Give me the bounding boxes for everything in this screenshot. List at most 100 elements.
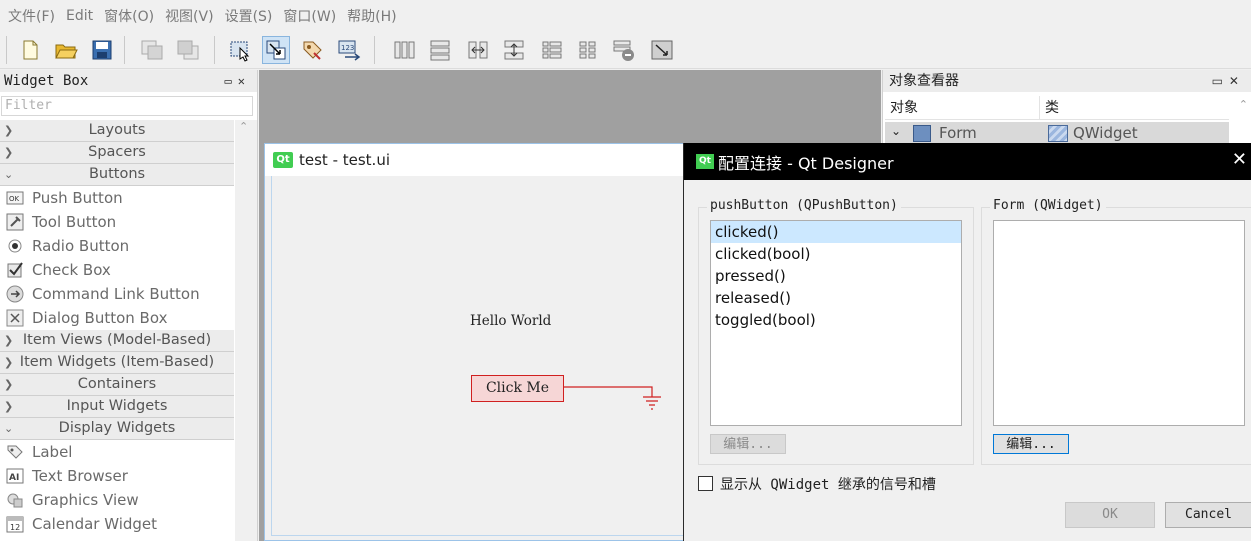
- send-to-back-icon[interactable]: [138, 36, 166, 64]
- widget-push-button[interactable]: OK Push Button: [0, 186, 234, 210]
- toolbar-separator: [124, 36, 125, 64]
- edit-tab-order-icon[interactable]: 123: [336, 36, 364, 64]
- category-item-widgets[interactable]: ❯ Item Widgets (Item-Based): [0, 352, 234, 374]
- layout-grid-icon[interactable]: [574, 36, 602, 64]
- layout-horizontal-icon[interactable]: [390, 36, 418, 64]
- graphics-view-icon: [5, 490, 25, 510]
- category-input-widgets[interactable]: ❯ Input Widgets: [0, 396, 234, 418]
- widget-filter-input[interactable]: Filter: [1, 96, 253, 116]
- widget-list: ❯ Layouts ❯ Spacers ⌄ Buttons OK Push Butto…: [0, 120, 234, 536]
- widget-radio-button[interactable]: Radio Button: [0, 234, 234, 258]
- label-tag-icon: [5, 442, 25, 462]
- widget-text-browser[interactable]: AI Text Browser: [0, 464, 234, 488]
- category-item-views[interactable]: ❯ Item Views (Model-Based): [0, 330, 234, 352]
- widget-check-box[interactable]: Check Box: [0, 258, 234, 282]
- menu-file[interactable]: 文件(F): [8, 6, 55, 26]
- dock-float-close-icons[interactable]: ▭✕: [1212, 70, 1245, 92]
- widget-label: Graphics View: [32, 491, 139, 509]
- chevron-right-icon: ❯: [4, 356, 14, 369]
- adjust-size-icon[interactable]: [648, 36, 676, 64]
- widget-command-link-button[interactable]: Command Link Button: [0, 282, 234, 306]
- receiver-group-label: Form (QWidget): [990, 198, 1106, 213]
- slot-list[interactable]: [993, 220, 1245, 426]
- dock-float-close-icons[interactable]: ▭✕: [225, 70, 251, 92]
- text-browser-icon: AI: [5, 466, 25, 486]
- widget-label-item[interactable]: Label: [0, 440, 234, 464]
- bring-to-front-icon[interactable]: [174, 36, 202, 64]
- save-icon[interactable]: [88, 36, 116, 64]
- signal-item[interactable]: pressed(): [711, 265, 961, 287]
- category-display-widgets[interactable]: ⌄ Display Widgets: [0, 418, 234, 440]
- layout-vertical-icon[interactable]: [426, 36, 454, 64]
- edit-slots-button[interactable]: 编辑...: [993, 434, 1069, 454]
- hello-world-label[interactable]: Hello World: [470, 313, 551, 329]
- widget-label: Text Browser: [32, 467, 128, 485]
- menu-settings[interactable]: 设置(S): [225, 6, 273, 26]
- edit-signals-button[interactable]: 编辑...: [710, 434, 786, 454]
- column-class[interactable]: 类: [1040, 96, 1220, 119]
- main-toolbar: 123: [0, 32, 1251, 69]
- qt-logo-icon: Qt: [273, 152, 293, 168]
- signal-item[interactable]: clicked(): [711, 221, 961, 243]
- command-link-icon: [5, 284, 25, 304]
- category-containers[interactable]: ❯ Containers: [0, 374, 234, 396]
- edit-widgets-icon[interactable]: [226, 36, 254, 64]
- chevron-right-icon: ❯: [4, 146, 14, 159]
- column-object[interactable]: 对象: [885, 96, 1040, 119]
- signal-item[interactable]: toggled(bool): [711, 309, 961, 331]
- chevron-down-icon: ⌄: [4, 422, 14, 435]
- widget-box-title-bar: Widget Box ▭✕: [0, 70, 257, 92]
- chevron-right-icon: ❯: [4, 124, 14, 137]
- calendar-icon: 12: [5, 514, 25, 534]
- widget-label: Check Box: [32, 261, 111, 279]
- widget-box-panel: Widget Box ▭✕ Filter ❯ Layouts ❯ Spacers ⌄…: [0, 70, 258, 541]
- widget-tool-button[interactable]: Tool Button: [0, 210, 234, 234]
- object-inspector-panel: 对象查看器 ▭✕ 对象 类 ⌄ Form QWidget ⌃: [882, 70, 1251, 150]
- configure-connection-dialog: Qt 配置连接 - Qt Designer ✕ pushButton (QPus…: [683, 143, 1251, 541]
- qwidget-class-icon: [1048, 125, 1068, 142]
- layout-vertical-splitter-icon[interactable]: [500, 36, 528, 64]
- edit-buddies-icon[interactable]: [298, 36, 326, 64]
- chevron-right-icon: ❯: [4, 334, 14, 347]
- widget-graphics-view[interactable]: Graphics View: [0, 488, 234, 512]
- menu-view[interactable]: 视图(V): [165, 6, 214, 26]
- show-inherited-checkbox[interactable]: [698, 476, 713, 491]
- object-inspector-title-bar: 对象查看器 ▭✕: [883, 70, 1251, 92]
- category-label: Display Widgets: [58, 420, 176, 436]
- widget-label: Dialog Button Box: [32, 309, 168, 327]
- chevron-down-icon[interactable]: ⌄: [891, 124, 901, 138]
- category-label: Layouts: [88, 122, 146, 138]
- widget-calendar-widget[interactable]: 12 Calendar Widget: [0, 512, 234, 536]
- scroll-up-icon[interactable]: ⌃: [239, 120, 248, 133]
- widget-label: Label: [32, 443, 73, 461]
- edit-signals-slots-icon[interactable]: [262, 36, 290, 64]
- category-spacers[interactable]: ❯ Spacers: [0, 142, 234, 164]
- menu-edit[interactable]: Edit: [66, 8, 93, 24]
- widget-label: Tool Button: [32, 213, 117, 231]
- sender-group-label: pushButton (QPushButton): [707, 198, 901, 213]
- close-icon[interactable]: ✕: [1232, 149, 1247, 170]
- widget-box-title: Widget Box: [4, 73, 89, 89]
- menu-window[interactable]: 窗口(W): [283, 6, 336, 26]
- dialog-title: 配置连接 - Qt Designer: [718, 153, 894, 173]
- widget-dialog-button-box[interactable]: Dialog Button Box: [0, 306, 234, 330]
- layout-horizontal-splitter-icon[interactable]: [464, 36, 492, 64]
- category-buttons[interactable]: ⌄ Buttons: [0, 164, 234, 186]
- break-layout-icon[interactable]: [610, 36, 638, 64]
- signal-list[interactable]: clicked() clicked(bool) pressed() releas…: [710, 220, 962, 426]
- menu-form[interactable]: 窗体(O): [104, 6, 154, 26]
- form-canvas[interactable]: [271, 176, 699, 536]
- ok-button[interactable]: OK: [1065, 502, 1155, 528]
- open-folder-icon[interactable]: [52, 36, 80, 64]
- scroll-up-icon[interactable]: ⌃: [1239, 98, 1248, 111]
- category-layouts[interactable]: ❯ Layouts: [0, 120, 234, 142]
- signal-item[interactable]: clicked(bool): [711, 243, 961, 265]
- cancel-button[interactable]: Cancel: [1165, 502, 1251, 528]
- layout-form-icon[interactable]: [538, 36, 566, 64]
- new-file-icon[interactable]: [16, 36, 44, 64]
- menu-help[interactable]: 帮助(H): [347, 6, 396, 26]
- click-me-button[interactable]: Click Me: [471, 375, 564, 402]
- signal-item[interactable]: released(): [711, 287, 961, 309]
- chevron-down-icon: ⌄: [4, 168, 14, 181]
- widget-box-scrollbar[interactable]: ⌃: [235, 120, 257, 541]
